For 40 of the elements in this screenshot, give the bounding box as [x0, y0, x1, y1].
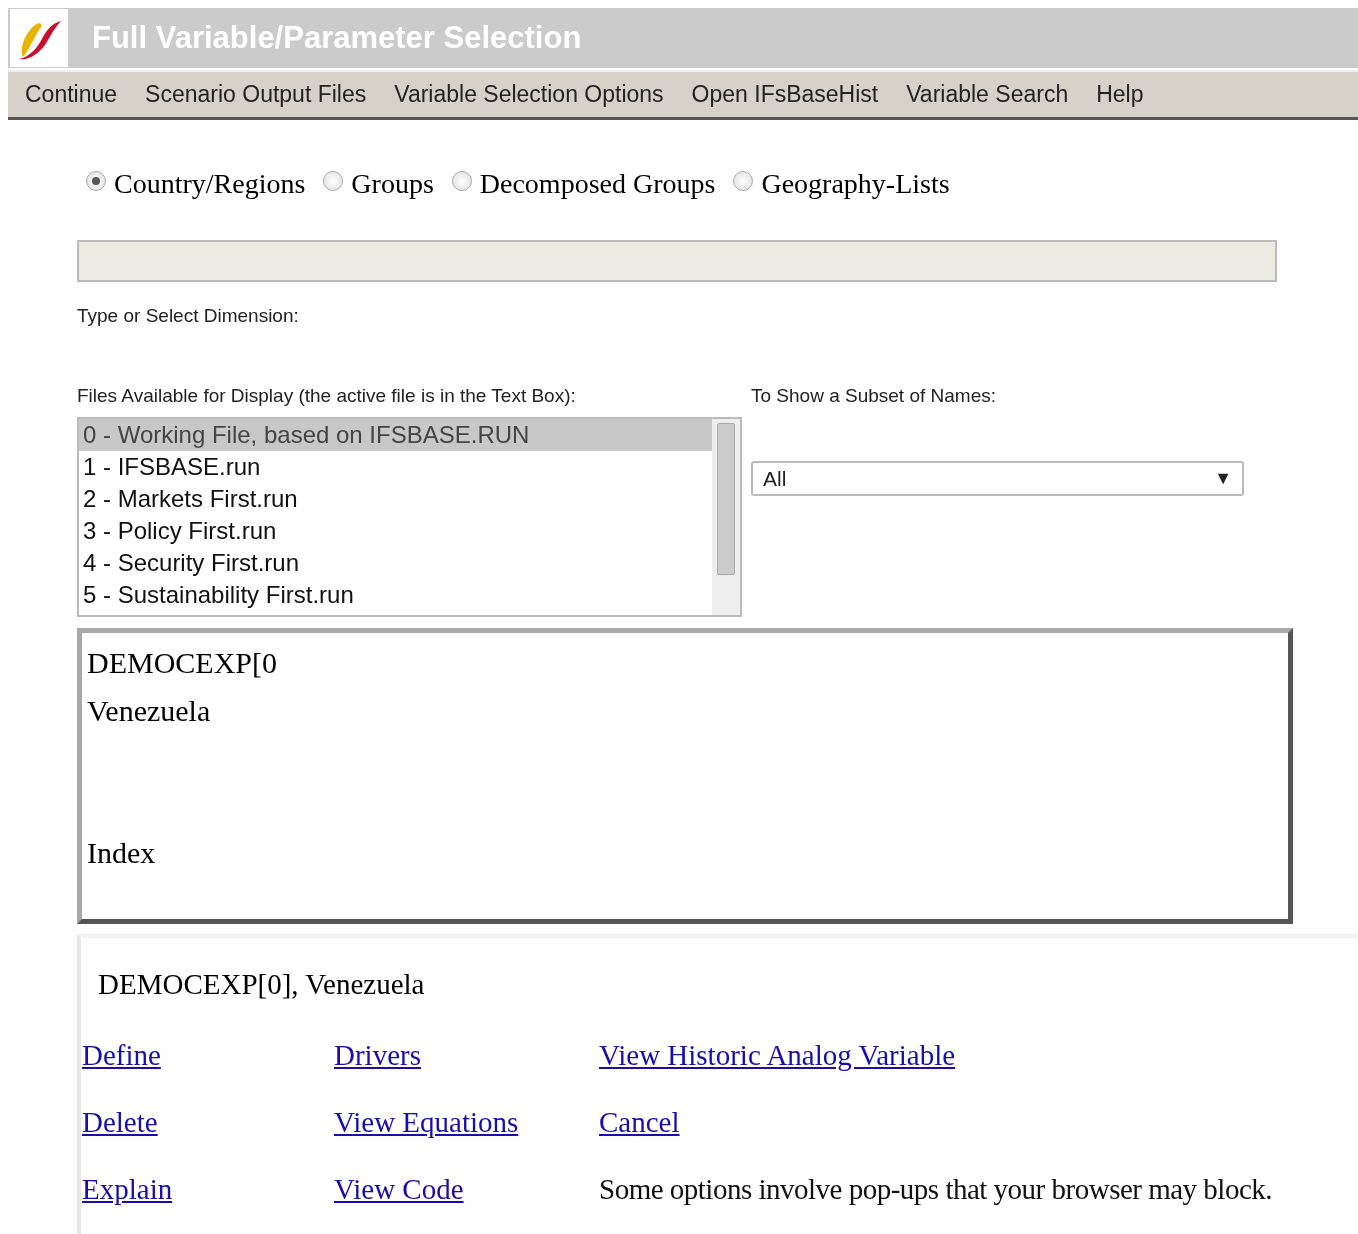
action-link[interactable]: Define	[82, 1039, 161, 1072]
action-link[interactable]: View Historic Analog Variable	[599, 1039, 956, 1072]
files-label: Files Available for Display (the active file is in the Text Box):	[77, 385, 577, 407]
subset-dropdown[interactable]: All ▼	[751, 461, 1244, 496]
file-item[interactable]: 2 - Markets First.run	[79, 483, 712, 515]
file-item[interactable]: 4 - Security First.run	[79, 547, 712, 579]
action-link[interactable]: View Equations	[334, 1106, 519, 1139]
radio-button[interactable]	[86, 171, 106, 191]
file-list[interactable]: 0 - Working File, based on IFSBASE.RUN 1 - IFSBASE.run 2 - Markets First.run 3 - Policy First.run 4 - Security First.run 5 - Sustainability First.run	[77, 417, 742, 617]
dimension-label: Type or Select Dimension:	[77, 305, 300, 327]
radio-label[interactable]: Geography-Lists	[761, 168, 950, 200]
file-item[interactable]: 1 - IFSBASE.run	[79, 451, 712, 483]
menu-item[interactable]: Help	[1096, 81, 1144, 108]
menu-item[interactable]: Scenario Output Files	[145, 81, 367, 108]
file-item[interactable]: 5 - Sustainability First.run	[79, 579, 712, 611]
menu-item[interactable]: Open IFsBaseHist	[691, 81, 879, 108]
action-link[interactable]: View Code	[334, 1173, 464, 1206]
subset-label: To Show a Subset of Names:	[751, 385, 997, 407]
menu-item[interactable]: Continue	[25, 81, 118, 108]
radio-button[interactable]	[323, 171, 344, 191]
file-item[interactable]: 3 - Policy First.run	[79, 515, 712, 547]
radio-label[interactable]: Groups	[351, 168, 434, 200]
menu-item[interactable]: Variable Selection Options	[394, 81, 664, 108]
action-link[interactable]: Drivers	[334, 1039, 421, 1072]
radio-label[interactable]: Decomposed Groups	[479, 168, 716, 200]
selection-text: Index	[87, 835, 157, 871]
dimension-field[interactable]	[77, 240, 1277, 282]
action-link[interactable]: Explain	[82, 1173, 173, 1206]
radio-button[interactable]	[733, 171, 754, 191]
summary-text: DEMOCEXP[0], Venezuela	[98, 968, 426, 1001]
popup-note: Some options involve pop-ups that your browser may block.	[599, 1173, 1274, 1206]
selection-text: Venezuela	[87, 693, 212, 729]
file-item[interactable]: 0 - Working File, based on IFSBASE.RUN	[79, 419, 712, 451]
radio-label[interactable]: Country/Regions	[114, 168, 306, 200]
action-link[interactable]: Delete	[82, 1106, 158, 1139]
radio-button[interactable]	[451, 171, 472, 191]
selection-text: DEMOCEXP[0	[87, 645, 278, 681]
scrollbar[interactable]	[712, 419, 740, 615]
menu-item[interactable]: Variable Search	[906, 81, 1069, 108]
action-link[interactable]: Cancel	[599, 1106, 680, 1139]
